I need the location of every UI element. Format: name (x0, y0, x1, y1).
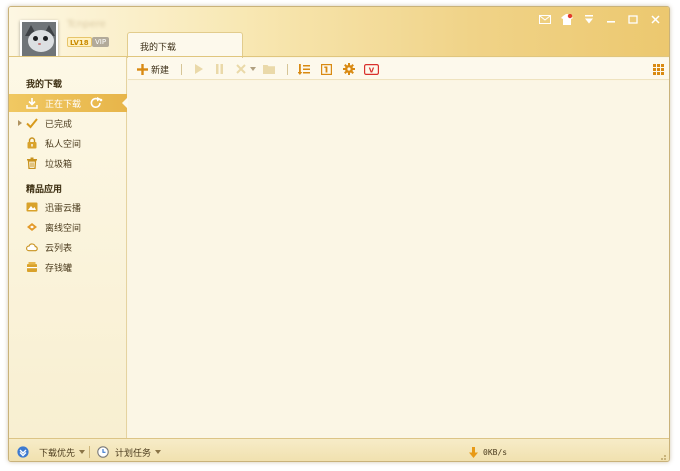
clock-icon (97, 446, 109, 458)
gear-icon (343, 63, 355, 75)
sidebar-item-completed[interactable]: 已完成 (9, 114, 127, 132)
open-folder-button[interactable] (263, 62, 275, 76)
sidebar: 我的下载 正在下载 已完成 私人空间 垃圾箱 精品应用 迅雷云播 离线空间 云列… (9, 57, 128, 438)
sidebar-item-label: 已完成 (45, 120, 73, 130)
sidebar-item-label: 私人空间 (45, 140, 82, 150)
chevron-down-icon (250, 67, 256, 71)
play-icon (195, 64, 203, 74)
chevron-down-icon (155, 450, 162, 454)
maximize-icon (628, 14, 638, 24)
apps-grid-button[interactable] (653, 62, 664, 76)
resize-grip-icon[interactable] (657, 451, 667, 461)
svg-text:V: V (369, 66, 375, 74)
download-arrow-icon (469, 446, 478, 458)
delete-x-icon (236, 64, 246, 74)
delete-button[interactable] (236, 62, 246, 76)
scheduled-task-label: 计划任务 (115, 448, 152, 459)
minimize-icon (607, 20, 615, 23)
username[interactable]: Tcnpere (67, 19, 106, 30)
download-priority-dropdown[interactable]: 下载优先 (17, 445, 86, 459)
cloud-list-icon (26, 241, 38, 253)
sidebar-item-cloud-play[interactable]: 迅雷云播 (9, 198, 127, 216)
level-badge[interactable]: LV18 (67, 37, 92, 47)
pause-icon (216, 64, 223, 74)
avatar[interactable] (20, 20, 58, 58)
chevron-down-icon (79, 450, 86, 454)
menu-icon (585, 14, 593, 23)
start-button[interactable] (194, 62, 203, 76)
priority-icon (17, 446, 29, 458)
sidebar-item-piggy-bank[interactable]: 存钱罐 (9, 258, 127, 276)
message-button[interactable] (535, 11, 555, 27)
pause-button[interactable] (215, 62, 224, 76)
priority-button[interactable] (321, 62, 332, 76)
piggy-bank-icon (26, 261, 38, 273)
minimize-button[interactable] (601, 11, 621, 27)
message-icon (539, 14, 551, 24)
sidebar-item-trash[interactable]: 垃圾箱 (9, 154, 127, 172)
folder-icon (263, 65, 275, 74)
check-icon (26, 117, 38, 129)
trash-icon (26, 157, 38, 169)
sidebar-item-cloud-list[interactable]: 云列表 (9, 238, 127, 256)
close-button[interactable] (645, 11, 665, 27)
section-title-my-downloads: 我的下载 (26, 80, 63, 90)
tab-my-downloads[interactable]: 我的下载 (127, 32, 243, 58)
sidebar-item-label: 迅雷云播 (45, 204, 82, 214)
download-speed: 0KB/s (469, 445, 507, 459)
scheduled-task-dropdown[interactable]: 计划任务 (97, 445, 162, 459)
download-priority-label: 下载优先 (39, 448, 76, 459)
sidebar-item-label: 垃圾箱 (45, 160, 73, 170)
sidebar-item-label: 正在下载 (45, 100, 82, 110)
vip-icon: V (364, 63, 379, 75)
maximize-button[interactable] (623, 11, 643, 27)
menu-button[interactable] (579, 11, 599, 27)
refresh-icon[interactable] (90, 97, 103, 112)
sidebar-item-label: 离线空间 (45, 224, 82, 234)
lock-icon (26, 137, 38, 149)
skin-icon (561, 13, 573, 25)
tab-label: 我的下载 (140, 43, 177, 53)
sidebar-item-label: 云列表 (45, 244, 73, 254)
toolbar: 新建 V (128, 58, 669, 80)
cloud-play-icon (26, 201, 38, 213)
status-bar: 下载优先 计划任务 0KB/s (9, 438, 669, 461)
header: Tcnpere LV18 VIP 我的下载 (9, 7, 669, 58)
sort-button[interactable] (298, 62, 310, 76)
offline-icon (26, 221, 38, 233)
top-icon (321, 63, 332, 75)
window-controls (535, 11, 665, 27)
grid-icon (653, 63, 664, 75)
download-icon (26, 97, 38, 109)
sidebar-item-label: 存钱罐 (45, 264, 73, 274)
new-task-label: 新建 (151, 65, 170, 76)
settings-button[interactable] (343, 62, 355, 76)
expand-caret-icon[interactable] (18, 120, 22, 126)
sidebar-item-offline-space[interactable]: 离线空间 (9, 218, 127, 236)
close-icon (650, 14, 660, 24)
app-window: Tcnpere LV18 VIP 我的下载 我的下载 正在下载 已完成 私人空间… (8, 6, 670, 462)
section-title-apps: 精品应用 (26, 185, 63, 195)
new-task-button[interactable]: 新建 (137, 62, 169, 76)
sidebar-item-downloading[interactable]: 正在下载 (9, 94, 128, 112)
delete-dropdown-button[interactable] (250, 62, 256, 76)
skin-button[interactable] (557, 11, 577, 27)
sort-icon (298, 63, 310, 75)
vip-badge[interactable]: VIP (92, 37, 110, 47)
download-list-area[interactable] (128, 81, 669, 438)
speed-value: 0KB/s (483, 447, 508, 457)
plus-icon (137, 63, 148, 75)
vip-button[interactable]: V (364, 62, 379, 76)
sidebar-item-private-space[interactable]: 私人空间 (9, 134, 127, 152)
